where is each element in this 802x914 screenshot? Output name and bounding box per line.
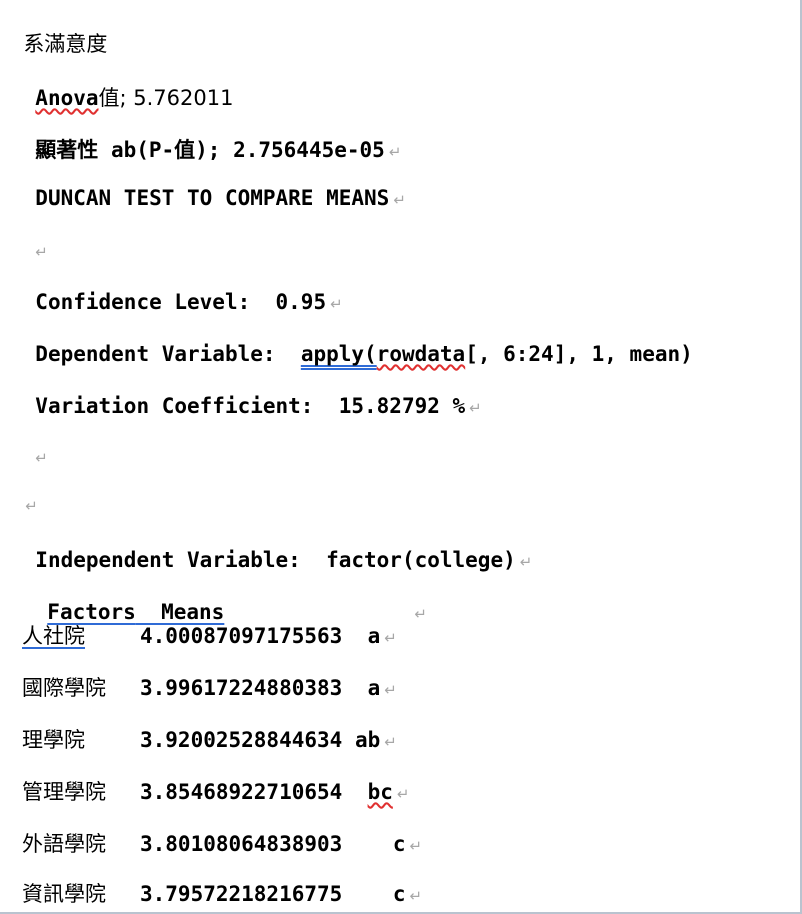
paragraph-mark-icon: ↵ [414,605,427,623]
paragraph-mark-icon: ↵ [393,191,406,209]
significance-line: 顯著性 ab(P-值); 2.756445e-05 ↵ [10,108,401,162]
means-table-header: Factors Means ↵ [22,570,427,624]
group-letter: bc [367,780,393,804]
group-letter: c [392,882,406,906]
dependent-variable-line: Dependent Variable: apply(rowdata[, 6:24… [10,312,692,366]
paragraph-mark-icon: ↵ [384,681,397,699]
empty-line-3: ↵ [0,462,38,515]
paragraph-mark-icon: ↵ [409,887,423,905]
mean-value: 3.85468922710654 [140,780,368,804]
paragraph-mark-icon: ↵ [384,629,397,647]
duncan-title: DUNCAN TEST TO COMPARE MEANS [35,186,390,210]
independent-variable-text: Independent Variable: factor(college) [35,548,516,572]
college-name: 管理學院 [22,780,106,804]
group-letter: a [367,624,381,648]
paragraph-mark-icon: ↵ [25,497,38,515]
paragraph-mark-icon: ↵ [469,399,482,417]
heading-text: 系滿意度 [23,32,108,56]
paragraph-mark-icon: ↵ [519,553,533,571]
paragraph-mark-icon: ↵ [396,785,410,803]
group-letter: ab [354,728,381,752]
group-letter: c [392,832,406,856]
table-row: 資訊學院 3.79572218216775 c ↵ [22,880,422,908]
paragraph-mark-icon: ↵ [330,295,343,313]
variation-coefficient-line: Variation Coefficient: 15.82792 % ↵ [10,364,481,418]
duncan-title-line: DUNCAN TEST TO COMPARE MEANS ↵ [10,156,406,210]
variation-coefficient-text: Variation Coefficient: 15.82792 % [35,394,466,418]
mean-value: 4.00087097175563 [140,624,368,648]
table-row: 外語學院 3.80108064838903 c ↵ [22,830,422,858]
college-name: 國際學院 [22,676,106,700]
anova-value: 值; 5.762011 [98,86,234,110]
doc-heading-satisfaction: 系滿意度 [10,2,107,56]
empty-line-1: ↵ [10,208,48,261]
header-means: Means [135,600,225,624]
college-name: 理學院 [22,728,85,752]
confidence-level-text: Confidence Level: 0.95 [35,290,327,314]
college-name: 資訊學院 [22,882,106,906]
header-factors: Factors [47,600,136,624]
paragraph-mark-icon: ↵ [35,243,48,261]
mean-value: 3.79572218216775 [140,882,393,906]
dependent-variable-label: Dependent Variable: [35,342,301,366]
rowdata-word: rowdata [376,342,466,366]
table-row: 人社院 4.00087097175563 a ↵ [22,622,397,650]
college-name: 外語學院 [22,832,106,856]
table-row: 國際學院 3.99617224880383 a ↵ [22,674,397,702]
paragraph-mark-icon: ↵ [384,733,397,751]
table-row: 理學院 3.92002528844634 ab ↵ [22,726,397,754]
college-name: 人社院 [22,624,85,648]
apply-args: [, 6:24], 1, mean) [465,342,693,366]
mean-value: 3.99617224880383 [140,676,368,700]
independent-variable-line: Independent Variable: factor(college) ↵ [10,518,532,572]
empty-line-2: ↵ [10,414,48,467]
apply-call: apply( [300,342,377,366]
group-letter: a [367,676,381,700]
anova-value-line: Anova值; 5.762011 [10,56,233,110]
paragraph-mark-icon: ↵ [409,837,423,855]
mean-value: 3.92002528844634 [140,728,355,752]
confidence-level-line: Confidence Level: 0.95 ↵ [10,260,342,314]
anova-label: Anova [35,86,99,110]
mean-value: 3.80108064838903 [140,832,393,856]
table-row: 管理學院 3.85468922710654 bc ↵ [22,778,409,806]
